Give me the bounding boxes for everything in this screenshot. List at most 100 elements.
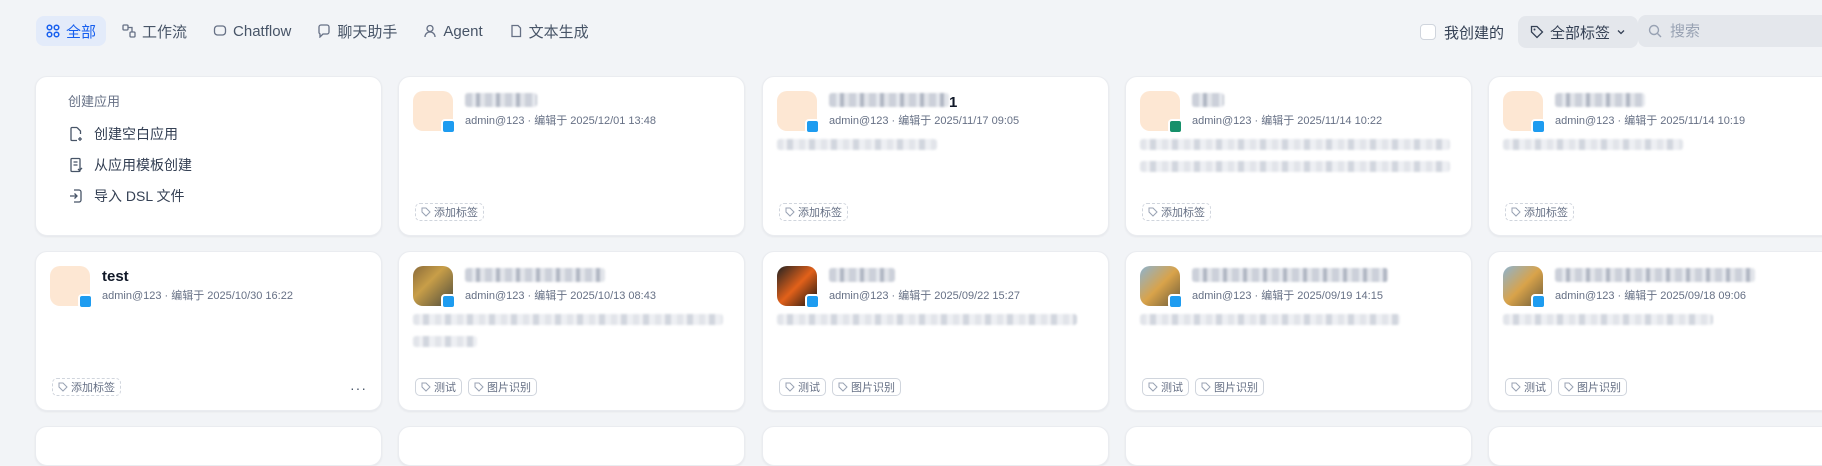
tag-icon xyxy=(1530,25,1544,39)
tag-label: 图片识别 xyxy=(1577,382,1621,394)
tab-chat-assistant[interactable]: 聊天助手 xyxy=(307,16,407,46)
app-card[interactable]: admin@123 · 编辑于 2025/09/19 14:15 测试 图片识别 xyxy=(1125,251,1472,411)
search-input[interactable] xyxy=(1668,21,1822,41)
add-tag-label: 添加标签 xyxy=(798,207,842,219)
redacted-text xyxy=(1140,314,1400,325)
chat-type-badge-icon xyxy=(441,119,456,134)
create-blank-app-button[interactable]: 创建空白应用 xyxy=(68,118,349,149)
tag-label: 测试 xyxy=(1161,382,1183,394)
robot-avatar-icon xyxy=(1140,91,1183,134)
tag-chip[interactable]: 图片识别 xyxy=(468,378,537,396)
tab-text-generation[interactable]: 文本生成 xyxy=(499,16,599,46)
chat-type-badge-icon xyxy=(805,294,820,309)
tag-filter-select[interactable]: 全部标签 xyxy=(1518,16,1639,48)
app-name: 1 xyxy=(829,93,957,111)
tab-label: Agent xyxy=(443,22,483,40)
app-card[interactable]: admin@123 · 编辑于 2025/09/22 15:27 测试 图片识别 xyxy=(762,251,1109,411)
agent-type-badge-icon xyxy=(1168,119,1183,134)
tag-chip[interactable]: 图片识别 xyxy=(832,378,901,396)
tag-icon xyxy=(474,382,484,392)
robot-avatar-icon xyxy=(413,91,456,134)
tag-list: 添加标签 xyxy=(52,378,121,396)
app-name xyxy=(1555,268,1755,286)
redacted-text xyxy=(1503,314,1713,325)
tab-label: 聊天助手 xyxy=(337,23,398,41)
add-tag-button[interactable]: 添加标签 xyxy=(1142,203,1211,221)
app-card[interactable] xyxy=(762,426,1109,466)
redacted-text xyxy=(829,268,895,282)
app-description xyxy=(1140,314,1457,336)
create-from-template-button[interactable]: 从应用模板创建 xyxy=(68,149,349,180)
add-tag-button[interactable]: 添加标签 xyxy=(779,203,848,221)
tag-icon xyxy=(1148,207,1158,217)
filter-tools: 我创建的 全部标签 xyxy=(1420,16,1639,48)
app-card[interactable] xyxy=(35,426,382,466)
tab-label: 文本生成 xyxy=(528,23,589,41)
app-card[interactable]: admin@123 · 编辑于 2025/10/13 08:43 测试 图片识别 xyxy=(398,251,745,411)
app-description xyxy=(1503,139,1820,161)
app-card[interactable]: admin@123 · 编辑于 2025/12/01 13:48 添加标签 xyxy=(398,76,745,236)
template-icon xyxy=(70,157,83,172)
app-card[interactable]: 1 admin@123 · 编辑于 2025/11/17 09:05 添加标签 xyxy=(762,76,1109,236)
redacted-text xyxy=(1192,93,1224,107)
tab-all[interactable]: 全部 xyxy=(36,16,107,46)
app-meta: admin@123 · 编辑于 2025/11/17 09:05 xyxy=(829,115,1020,127)
tag-icon xyxy=(421,207,431,217)
created-by-me-filter[interactable]: 我创建的 xyxy=(1420,22,1504,43)
app-name xyxy=(465,93,537,111)
tag-chip[interactable]: 测试 xyxy=(779,378,826,396)
app-meta: admin@123 · 编辑于 2025/10/30 16:22 xyxy=(102,290,293,302)
tag-icon xyxy=(1511,382,1521,392)
tag-chip[interactable]: 测试 xyxy=(1505,378,1552,396)
app-name xyxy=(1555,93,1645,111)
search-box[interactable] xyxy=(1638,15,1822,47)
tag-label: 图片识别 xyxy=(1214,382,1258,394)
import-dsl-button[interactable]: 导入 DSL 文件 xyxy=(68,180,349,211)
created-by-me-checkbox[interactable] xyxy=(1420,24,1436,40)
robot-avatar-icon xyxy=(1503,91,1546,134)
redacted-text xyxy=(1140,161,1450,172)
redacted-text xyxy=(1140,139,1450,150)
tag-chip[interactable]: 测试 xyxy=(1142,378,1189,396)
app-card[interactable]: test admin@123 · 编辑于 2025/10/30 16:22 添加… xyxy=(35,251,382,411)
app-name xyxy=(1192,268,1388,286)
tab-chatflow[interactable]: Chatflow xyxy=(203,16,301,46)
robot-avatar-icon xyxy=(50,266,93,309)
app-meta: admin@123 · 编辑于 2025/10/13 08:43 xyxy=(465,290,656,302)
tab-workflow[interactable]: 工作流 xyxy=(112,16,197,46)
tag-label: 测试 xyxy=(798,382,820,394)
tab-agent[interactable]: Agent xyxy=(413,16,492,46)
app-card[interactable] xyxy=(1125,426,1472,466)
tag-chip[interactable]: 图片识别 xyxy=(1558,378,1627,396)
tag-label: 测试 xyxy=(1524,382,1546,394)
create-app-title: 创建应用 xyxy=(68,94,121,109)
app-description xyxy=(777,139,1094,161)
create-item-label: 创建空白应用 xyxy=(94,125,178,142)
more-options-button[interactable]: ··· xyxy=(350,380,367,396)
app-card[interactable]: admin@123 · 编辑于 2025/11/14 10:22 添加标签 xyxy=(1125,76,1472,236)
app-meta: admin@123 · 编辑于 2025/11/14 10:19 xyxy=(1555,115,1746,127)
tag-icon xyxy=(1148,382,1158,392)
tag-chip[interactable]: 测试 xyxy=(415,378,462,396)
app-meta: admin@123 · 编辑于 2025/09/18 09:06 xyxy=(1555,290,1746,302)
app-card[interactable]: admin@123 · 编辑于 2025/11/14 10:19 添加标签 xyxy=(1488,76,1822,236)
app-type-tabs: 全部 工作流 Chatflow 聊天助手 Agent 文本生成 xyxy=(36,16,599,46)
tab-label: Chatflow xyxy=(233,22,292,40)
tag-chip[interactable]: 图片识别 xyxy=(1195,378,1264,396)
redacted-text xyxy=(465,268,605,282)
chat-type-badge-icon xyxy=(1168,294,1183,309)
app-card[interactable] xyxy=(1488,426,1822,466)
add-tag-button[interactable]: 添加标签 xyxy=(1505,203,1574,221)
tag-label: 图片识别 xyxy=(851,382,895,394)
excavator-photo-avatar xyxy=(1503,266,1546,309)
app-card[interactable]: admin@123 · 编辑于 2025/09/18 09:06 测试 图片识别 xyxy=(1488,251,1822,411)
workflow-icon xyxy=(122,24,136,38)
add-tag-button[interactable]: 添加标签 xyxy=(415,203,484,221)
app-card[interactable] xyxy=(398,426,745,466)
app-description xyxy=(1140,139,1457,183)
create-item-label: 从应用模板创建 xyxy=(94,156,192,173)
add-tag-button[interactable]: 添加标签 xyxy=(52,378,121,396)
tag-list: 添加标签 xyxy=(1142,203,1211,221)
create-app-card: 创建应用 创建空白应用 从应用模板创建 导入 DSL 文件 xyxy=(35,76,382,236)
chat-type-badge-icon xyxy=(441,294,456,309)
